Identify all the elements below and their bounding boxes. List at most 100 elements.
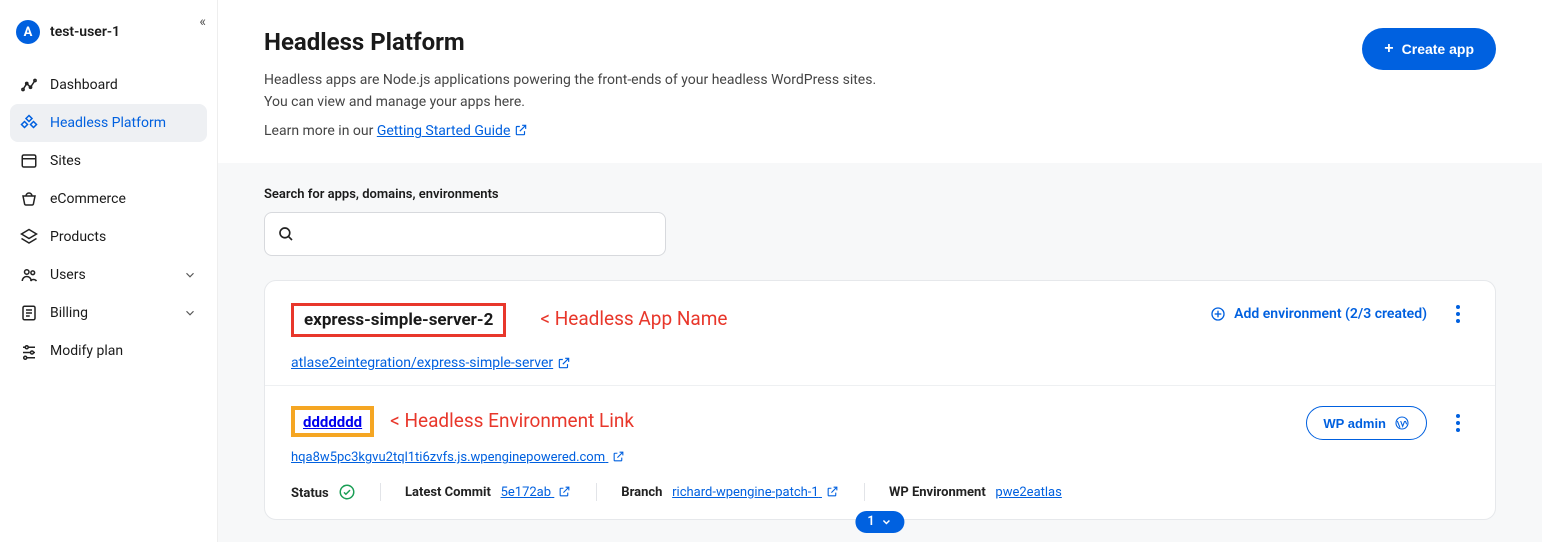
- link-text: hqa8w5pc3kgvu2tql1ti6zvfs.js.wpenginepow…: [291, 450, 605, 465]
- sidebar-item-label: Products: [50, 229, 106, 245]
- button-label: Create app: [1402, 41, 1474, 57]
- learn-prefix: Learn more in our: [264, 123, 377, 139]
- env-meta-row: Status Latest Commit 5e172ab: [291, 483, 1469, 501]
- app-head-right: Add environment (2/3 created): [1210, 303, 1469, 325]
- search-input[interactable]: [305, 226, 653, 242]
- search-icon: [277, 225, 295, 243]
- annotation-app-name: < Headless App Name: [540, 307, 727, 330]
- dashboard-icon: [20, 76, 38, 94]
- user-name: test-user-1: [50, 24, 120, 40]
- search-box[interactable]: [264, 212, 666, 256]
- external-link-icon: [514, 123, 528, 137]
- external-link-icon: [557, 356, 571, 370]
- search-label: Search for apps, domains, environments: [264, 187, 1496, 202]
- pager-button[interactable]: 1: [855, 511, 904, 533]
- status-ok-icon: [338, 483, 356, 501]
- collapse-sidebar-button[interactable]: «: [199, 14, 203, 30]
- separator: [380, 483, 381, 501]
- getting-started-link[interactable]: Getting Started Guide: [377, 123, 529, 139]
- sidebar-item-label: eCommerce: [50, 191, 126, 207]
- app-card: express-simple-server-2 < Headless App N…: [264, 280, 1496, 520]
- latest-commit-link[interactable]: 5e172ab: [501, 485, 573, 500]
- billing-icon: [20, 304, 38, 322]
- external-link-icon: [826, 485, 840, 499]
- user-row[interactable]: A test-user-1: [10, 12, 207, 66]
- content: Search for apps, domains, environments e…: [218, 163, 1542, 542]
- annotation-env-link: < Headless Environment Link: [390, 409, 634, 432]
- link-text: Getting Started Guide: [377, 123, 511, 139]
- sidebar-item-products[interactable]: Products: [10, 218, 207, 256]
- link-text: richard-wpengine-patch-1: [672, 485, 819, 500]
- link-text: atlase2eintegration/express-simple-serve…: [291, 355, 553, 371]
- wp-env-link[interactable]: pwe2eatlas: [995, 485, 1061, 500]
- create-app-button[interactable]: + Create app: [1362, 28, 1496, 70]
- env-top: ddddddd < Headless Environment Link WP a…: [291, 406, 1469, 440]
- sidebar-item-modify-plan[interactable]: Modify plan: [10, 332, 207, 370]
- app-title-area: express-simple-server-2 < Headless App N…: [291, 303, 727, 337]
- sidebar-item-label: Modify plan: [50, 343, 123, 359]
- external-link-icon: [612, 450, 626, 464]
- app-card-head: express-simple-server-2 < Headless App N…: [265, 281, 1495, 347]
- environment-row: ddddddd < Headless Environment Link WP a…: [265, 385, 1495, 519]
- env-url-link[interactable]: hqa8w5pc3kgvu2tql1ti6zvfs.js.wpenginepow…: [291, 450, 626, 465]
- external-link-icon: [558, 485, 572, 499]
- sidebar-item-ecommerce[interactable]: eCommerce: [10, 180, 207, 218]
- add-env-label: Add environment (2/3 created): [1234, 306, 1427, 322]
- sidebar-item-label: Headless Platform: [50, 115, 166, 131]
- header-left: Headless Platform Headless apps are Node…: [264, 28, 876, 139]
- plus-circle-icon: [1210, 306, 1226, 322]
- sidebar-item-label: Users: [50, 267, 86, 283]
- sliders-icon: [20, 342, 38, 360]
- sidebar-item-label: Sites: [50, 153, 81, 169]
- learn-more: Learn more in our Getting Started Guide: [264, 123, 876, 139]
- link-text: 5e172ab: [501, 485, 552, 500]
- products-icon: [20, 228, 38, 246]
- page-desc-2: You can view and manage your apps here.: [264, 92, 876, 114]
- page-title: Headless Platform: [264, 28, 876, 56]
- users-icon: [20, 266, 38, 284]
- branch-cell: Branch richard-wpengine-patch-1: [621, 485, 840, 500]
- add-environment-button[interactable]: Add environment (2/3 created): [1210, 306, 1427, 322]
- status-cell: Status: [291, 483, 356, 501]
- sidebar-item-dashboard[interactable]: Dashboard: [10, 66, 207, 104]
- sites-icon: [20, 152, 38, 170]
- env-title-area: ddddddd < Headless Environment Link: [291, 406, 634, 437]
- status-label: Status: [291, 486, 329, 501]
- sidebar-item-label: Billing: [50, 305, 88, 321]
- page-desc-1: Headless apps are Node.js applications p…: [264, 70, 876, 92]
- wp-env-cell: WP Environment pwe2eatlas: [889, 485, 1062, 500]
- chevron-down-icon: [183, 268, 197, 282]
- latest-commit-label: Latest Commit: [405, 485, 491, 500]
- sidebar-item-label: Dashboard: [50, 77, 118, 93]
- separator: [864, 483, 865, 501]
- repo-link[interactable]: atlase2eintegration/express-simple-serve…: [291, 355, 571, 371]
- wp-admin-button[interactable]: WP admin: [1306, 406, 1427, 440]
- env-menu-button[interactable]: [1447, 412, 1469, 434]
- wordpress-icon: [1394, 415, 1410, 431]
- chevron-down-icon: [881, 516, 893, 528]
- chevron-down-icon: [183, 306, 197, 320]
- branch-link[interactable]: richard-wpengine-patch-1: [672, 485, 840, 500]
- avatar: A: [16, 20, 40, 44]
- headless-icon: [20, 114, 38, 132]
- branch-label: Branch: [621, 485, 662, 500]
- sidebar-item-billing[interactable]: Billing: [10, 294, 207, 332]
- separator: [596, 483, 597, 501]
- plus-icon: +: [1384, 40, 1393, 58]
- latest-commit-cell: Latest Commit 5e172ab: [405, 485, 572, 500]
- app-menu-button[interactable]: [1447, 303, 1469, 325]
- sidebar-item-sites[interactable]: Sites: [10, 142, 207, 180]
- button-label: WP admin: [1323, 416, 1386, 431]
- environment-link[interactable]: ddddddd: [303, 413, 362, 431]
- pager-value: 1: [867, 514, 874, 529]
- sidebar-item-users[interactable]: Users: [10, 256, 207, 294]
- header: Headless Platform Headless apps are Node…: [218, 0, 1542, 163]
- app-name-highlight: express-simple-server-2: [291, 303, 506, 337]
- main: Headless Platform Headless apps are Node…: [218, 0, 1542, 542]
- sidebar-item-headless-platform[interactable]: Headless Platform: [10, 104, 207, 142]
- app-name[interactable]: express-simple-server-2: [304, 310, 493, 330]
- env-name-highlight: ddddddd: [291, 406, 374, 437]
- env-url: hqa8w5pc3kgvu2tql1ti6zvfs.js.wpenginepow…: [291, 446, 1469, 465]
- sidebar: « A test-user-1 Dashboard Headless Platf…: [0, 0, 218, 542]
- wp-env-label: WP Environment: [889, 485, 986, 500]
